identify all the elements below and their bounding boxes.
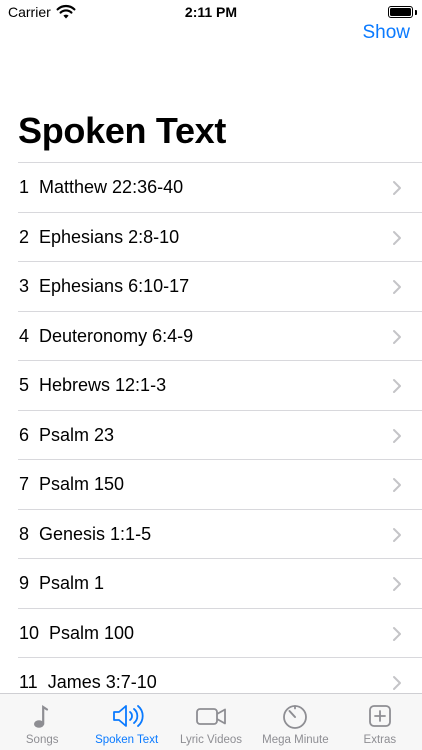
- chevron-right-icon: [393, 626, 401, 641]
- timer-icon: [283, 705, 308, 729]
- list-item-label: 11 James 3:7-10: [19, 672, 157, 692]
- list-item[interactable]: 7 Psalm 150: [18, 460, 422, 510]
- battery-tip: [415, 10, 417, 15]
- list-item-label: 1 Matthew 22:36-40: [19, 177, 184, 197]
- page-title: Spoken Text: [18, 110, 227, 151]
- list-item-label: 2 Ephesians 2:8-10: [19, 226, 180, 247]
- chevron-right-icon: [393, 676, 401, 690]
- speaker-wave-icon: [112, 705, 144, 727]
- list-item[interactable]: 1 Matthew 22:36-40: [18, 163, 422, 213]
- list-item-label: 10 Psalm 100: [19, 622, 135, 643]
- music-note-icon: [34, 704, 49, 728]
- chevron-right-icon: [393, 577, 401, 591]
- tab-bar: Songs Spoken Text Lyric Videos Mega Minu…: [0, 693, 422, 750]
- list-item-label: 9 Psalm 1: [19, 573, 105, 593]
- clock: 2:11 PM: [184, 4, 238, 20]
- tab-label: Songs: [25, 734, 59, 746]
- list-item[interactable]: 3 Ephesians 6:10-17: [18, 262, 422, 312]
- list-item[interactable]: 4 Deuteronomy 6:4-9: [18, 312, 422, 361]
- tab-spoken-text[interactable]: Spoken Text: [84, 694, 168, 750]
- battery-icon: [388, 6, 413, 18]
- list-item[interactable]: 2 Ephesians 2:8-10: [18, 213, 422, 262]
- list-item-label: 4 Deuteronomy 6:4-9: [19, 325, 194, 346]
- tab-label: Extras: [363, 734, 397, 746]
- tab-label: Lyric Videos: [180, 734, 243, 746]
- tab-mega-minute[interactable]: Mega Minute: [253, 694, 337, 750]
- list-item-label: 7 Psalm 150: [19, 474, 125, 494]
- chevron-right-icon: [393, 230, 401, 245]
- list-item-label: 6 Psalm 23: [19, 424, 115, 445]
- tab-extras[interactable]: Extras: [338, 694, 422, 750]
- chevron-right-icon: [393, 329, 401, 344]
- list-item[interactable]: 5 Hebrews 12:1-3: [18, 361, 422, 411]
- tab-songs[interactable]: Songs: [0, 694, 84, 750]
- show-button[interactable]: Show: [362, 22, 410, 44]
- chevron-right-icon: [393, 379, 401, 393]
- chevron-right-icon: [393, 527, 401, 542]
- list-item[interactable]: 8 Genesis 1:1-5: [18, 510, 422, 559]
- tab-label: Spoken Text: [95, 734, 159, 746]
- list-item[interactable]: 10 Psalm 100: [18, 609, 422, 658]
- tab-lyric-videos[interactable]: Lyric Videos: [169, 694, 253, 750]
- tab-label: Mega Minute: [262, 734, 329, 746]
- list-item-label: 8 Genesis 1:1-5: [19, 523, 152, 544]
- spoken-text-list: 1 Matthew 22:36-40 2 Ephesians 2:8-10 3 Ep…: [18, 162, 422, 708]
- chevron-right-icon: [393, 478, 401, 492]
- list-item[interactable]: 6 Psalm 23: [18, 411, 422, 460]
- list-item-label: 3 Ephesians 6:10-17: [19, 276, 190, 296]
- chevron-right-icon: [393, 280, 401, 294]
- status-bar: Carrier 2:11 PM: [0, 0, 422, 26]
- chevron-right-icon: [393, 428, 401, 443]
- video-camera-icon: [196, 708, 226, 725]
- plus-square-icon: [368, 705, 391, 727]
- chevron-right-icon: [393, 181, 401, 195]
- list-item-label: 5 Hebrews 12:1-3: [19, 375, 167, 395]
- list-item[interactable]: 9 Psalm 1: [18, 559, 422, 609]
